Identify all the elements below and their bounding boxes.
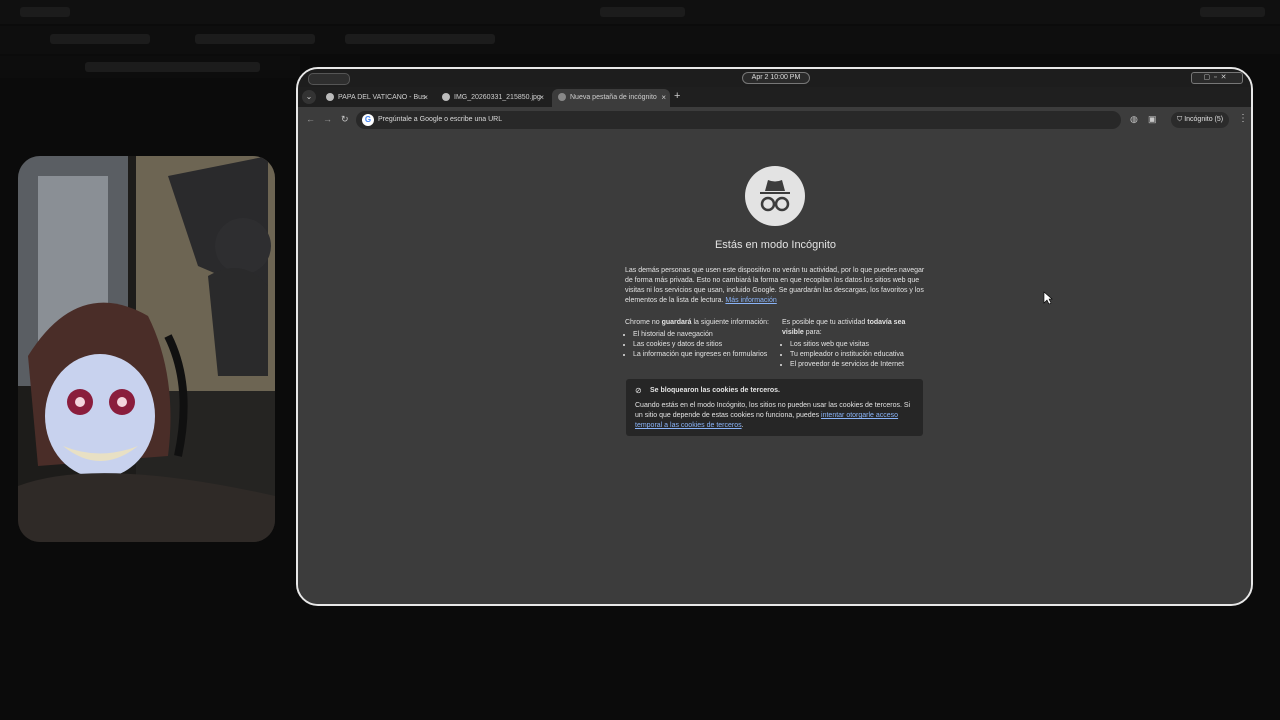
os-clock: Apr 2 10:00 PM [742, 72, 810, 84]
incognito-chip-label: Incógnito (5) [1184, 116, 1224, 123]
tab-close-icon[interactable]: × [539, 89, 544, 107]
webcam-overlay [18, 156, 275, 542]
captured-screen: Apr 2 10:00 PM ▢▫✕ ⌄ PAPA DEL VATICANO -… [296, 67, 1253, 606]
not-saved-heading: Chrome no guardará la siguiente informac… [625, 319, 769, 326]
tab-papa-del-vaticano[interactable]: PAPA DEL VATICANO - Bus × [320, 89, 432, 107]
intro-paragraph: Las demás personas que usen este disposi… [625, 266, 925, 306]
tab-close-icon[interactable]: × [661, 89, 666, 107]
background-blur-element [195, 34, 315, 44]
background-blur-element [50, 34, 150, 44]
background-second-bar [0, 26, 1280, 54]
tab-img-file[interactable]: IMG_20260331_215850.jpg × [436, 89, 548, 107]
list-item: Los sitios web que visitas [790, 340, 927, 350]
workspace-indicator [308, 73, 350, 85]
browser-toolbar: ← → ↻ G Pregúntale a Google o escribe un… [298, 107, 1251, 133]
omnibox[interactable]: G Pregúntale a Google o escribe una URL [356, 111, 1121, 129]
tab-title: Nueva pestaña de incógnito [570, 94, 657, 101]
list-item: Tu empleador o institución educativa [790, 350, 927, 360]
list-item: La información que ingreses en formulari… [633, 350, 770, 360]
os-top-bar: Apr 2 10:00 PM ▢▫✕ [298, 69, 1251, 87]
google-icon: G [362, 114, 374, 126]
background-blur-element [85, 62, 260, 72]
omnibox-placeholder: Pregúntale a Google o escribe una URL [378, 116, 503, 123]
background-blur-element [600, 7, 685, 17]
tab-title: IMG_20260331_215850.jpg [454, 94, 541, 101]
page-title: Estás en modo Incógnito [714, 239, 837, 251]
tab-title: PAPA DEL VATICANO - Bus [338, 94, 426, 101]
window-controls[interactable]: ▢▫✕ [1191, 72, 1243, 84]
still-visible-heading: Es posible que tu actividad todavía sea … [782, 319, 906, 336]
incognito-favicon-icon [558, 93, 566, 102]
mouse-cursor-icon [1043, 291, 1053, 305]
tab-close-icon[interactable]: × [423, 89, 428, 107]
not-saved-column: Chrome no guardará la siguiente informac… [625, 318, 770, 360]
still-visible-column: Es posible que tu actividad todavía sea … [782, 318, 927, 370]
eye-slash-icon: ⊘ [635, 386, 642, 395]
tab-strip: ⌄ PAPA DEL VATICANO - Bus × IMG_20260331… [298, 87, 1251, 107]
webcam-image [18, 156, 275, 542]
list-item: Las cookies y datos de sitios [633, 340, 770, 350]
reload-button[interactable]: ↻ [341, 114, 349, 125]
cookie-card-title: Se bloquearon las cookies de terceros. [650, 387, 780, 394]
chrome-menu-button[interactable]: ⋮ [1238, 113, 1248, 124]
incognito-page: Estás en modo Incógnito Las demás person… [298, 133, 1251, 604]
back-button[interactable]: ← [306, 114, 315, 124]
more-info-link[interactable]: Más información [725, 297, 776, 304]
incognito-profile-chip[interactable]: ⛉ Incógnito (5) [1171, 112, 1230, 128]
tab-search-button[interactable]: ⌄ [302, 90, 316, 104]
cookie-card-body: Cuando estás en el modo Incógnito, los s… [635, 402, 911, 429]
tab-incognito-new-tab[interactable]: Nueva pestaña de incógnito × [552, 89, 670, 107]
list-item: El proveedor de servicios de Internet [790, 360, 927, 370]
list-item: El historial de navegación [633, 330, 770, 340]
google-favicon-icon [326, 93, 334, 102]
incognito-icon [745, 166, 805, 226]
third-party-cookies-card: ⊘ Se bloquearon las cookies de terceros.… [626, 379, 923, 436]
forward-button[interactable]: → [323, 114, 332, 124]
globe-favicon-icon [442, 93, 450, 102]
incognito-small-icon[interactable]: ◍ [1130, 114, 1138, 125]
background-blur-element [1200, 7, 1265, 17]
new-tab-button[interactable]: + [674, 90, 680, 102]
background-blur-element [20, 7, 70, 17]
extensions-icon[interactable]: ▣ [1148, 114, 1157, 125]
background-blur-element [345, 34, 495, 44]
